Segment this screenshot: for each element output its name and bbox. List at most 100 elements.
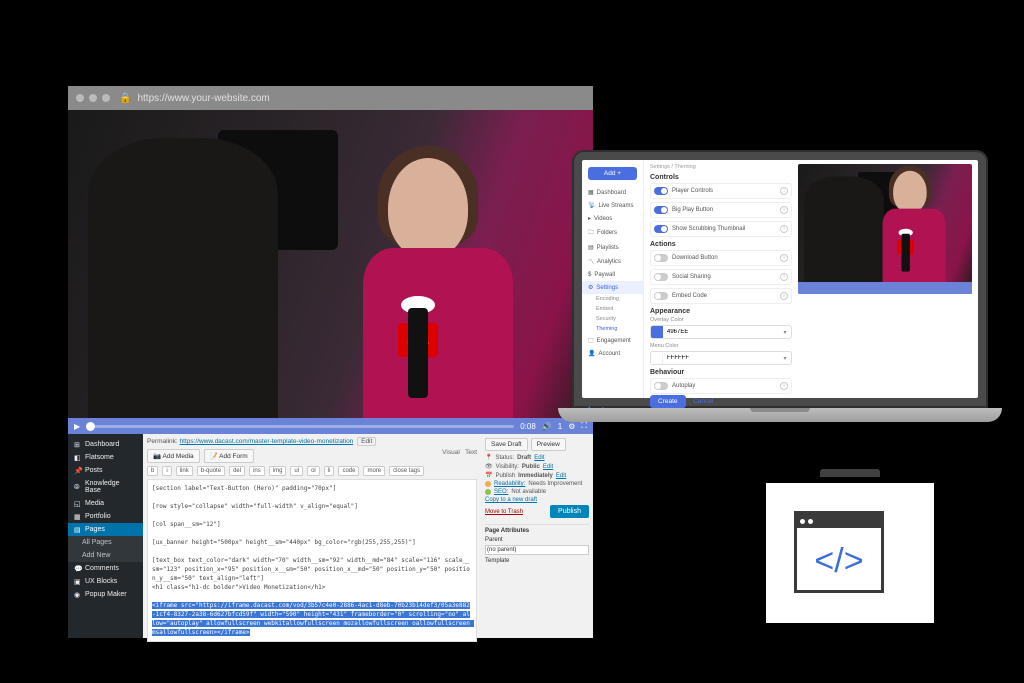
wp-nav-all-pages[interactable]: All Pages xyxy=(68,536,143,549)
create-button[interactable]: Create xyxy=(650,395,686,408)
preview-button[interactable]: Preview xyxy=(531,438,566,451)
wp-admin-sidebar: ⊞Dashboard ◧Flatsome 📌Posts ⦾Knowledge B… xyxy=(68,434,143,638)
publish-button[interactable]: Publish xyxy=(550,505,589,518)
qt-b[interactable]: b xyxy=(147,466,158,476)
seo-link[interactable]: SEO: xyxy=(494,489,508,495)
qt-more[interactable]: more xyxy=(363,466,385,476)
parent-select[interactable]: (no parent) xyxy=(485,545,589,555)
save-draft-button[interactable]: Save Draft xyxy=(485,438,528,451)
tab-text[interactable]: Text xyxy=(465,449,477,456)
row-autoplay[interactable]: Autoplayi xyxy=(650,378,792,394)
browser-chrome: 🔒 https://www.your-website.com xyxy=(68,86,593,110)
row-scrubbing[interactable]: Show Scrubbing Thumbnaili xyxy=(650,221,792,237)
nav-videos[interactable]: ▸Videos xyxy=(582,212,643,225)
wp-nav-add-new[interactable]: Add New xyxy=(68,549,143,562)
permalink-edit-button[interactable]: Edit xyxy=(357,437,376,446)
wp-nav-media[interactable]: ◱Media xyxy=(68,497,143,510)
toggle-big-play xyxy=(654,206,668,214)
nav-security[interactable]: Security xyxy=(582,314,643,324)
add-button[interactable]: Add + xyxy=(588,167,637,180)
row-social[interactable]: Social Sharingi xyxy=(650,269,792,285)
dacast-dashboard: Add + ▦Dashboard 📡Live Streams ▸Videos 🗀… xyxy=(582,160,978,398)
address-bar[interactable]: https://www.your-website.com xyxy=(137,93,269,104)
nav-folders[interactable]: 🗀Folders xyxy=(582,225,643,241)
add-media-button[interactable]: 📷 Add Media xyxy=(147,449,200,463)
info-icon: i xyxy=(780,382,788,390)
volume-icon[interactable]: 🔊 xyxy=(542,422,552,431)
nav-analytics[interactable]: 〽Analytics xyxy=(582,254,643,269)
seek-bar[interactable] xyxy=(86,425,514,428)
nav-dashboard[interactable]: ▦Dashboard xyxy=(582,186,643,199)
qt-ins[interactable]: ins xyxy=(249,466,265,476)
nav-settings[interactable]: ⚙Settings xyxy=(582,281,643,294)
edit-visibility-link[interactable]: Edit xyxy=(543,464,553,470)
controls-heading: Controls xyxy=(650,174,792,181)
gear-icon: ⚙ xyxy=(588,284,593,291)
grid-icon: ▦ xyxy=(588,189,594,196)
nav-engagement[interactable]: ⬚Engagement xyxy=(582,334,643,347)
wp-nav-flatsome[interactable]: ◧Flatsome xyxy=(68,451,143,464)
chevron-down-icon: ▾ xyxy=(779,355,791,362)
folder-icon: 🗀 xyxy=(588,228,594,238)
wp-nav-comments[interactable]: 💬Comments xyxy=(68,562,143,575)
qt-li[interactable]: li xyxy=(324,466,335,476)
wp-nav-dashboard[interactable]: ⊞Dashboard xyxy=(68,438,143,451)
menu-color-input[interactable]: ▾ xyxy=(650,351,792,365)
player-preview: skyNEWS xyxy=(798,164,978,394)
bolt-icon: ⬚ xyxy=(588,337,594,344)
overlay-color-input[interactable]: ▾ xyxy=(650,325,792,339)
nav-encoding[interactable]: Encoding xyxy=(582,294,643,304)
qt-link[interactable]: link xyxy=(176,466,193,476)
wp-editor-main: Permalink: https://www.dacast.com/master… xyxy=(143,434,593,638)
nav-embed[interactable]: Embed xyxy=(582,304,643,314)
selected-embed-code: <iframe src="https://iframe.dacast.com/v… xyxy=(152,602,474,636)
info-icon: i xyxy=(780,292,788,300)
play-icon[interactable]: ▶ xyxy=(74,422,80,431)
wp-nav-ux-blocks[interactable]: ▣UX Blocks xyxy=(68,575,143,588)
cancel-button[interactable]: Cancel xyxy=(687,395,719,408)
wp-nav-pages[interactable]: ▤Pages xyxy=(68,523,143,536)
readability-link[interactable]: Readability: xyxy=(494,481,525,487)
broadcast-icon: 📡 xyxy=(588,202,595,209)
code-glyph-icon: </> xyxy=(797,532,881,590)
permalink-link[interactable]: https://www.dacast.com/master-template-v… xyxy=(180,438,354,445)
nav-live-streams[interactable]: 📡Live Streams xyxy=(582,199,643,212)
wp-nav-popup-maker[interactable]: ◉Popup Maker xyxy=(68,588,143,601)
toggle-autoplay xyxy=(654,382,668,390)
tab-visual[interactable]: Visual xyxy=(442,449,460,456)
add-form-button[interactable]: 📝 Add Form xyxy=(204,449,254,463)
move-trash-link[interactable]: Move to Trash xyxy=(485,509,523,515)
row-big-play[interactable]: Big Play Buttoni xyxy=(650,202,792,218)
qt-code[interactable]: code xyxy=(338,466,359,476)
nav-paywall[interactable]: $Paywall xyxy=(582,269,643,281)
copy-draft-link[interactable]: Copy to a new draft xyxy=(485,497,537,503)
time-display: 0:08 xyxy=(520,422,536,431)
qt-del[interactable]: del xyxy=(229,466,245,476)
qt-close-tags[interactable]: close tags xyxy=(389,466,424,476)
row-embed[interactable]: Embed Codei xyxy=(650,288,792,304)
wp-nav-posts[interactable]: 📌Posts xyxy=(68,464,143,477)
video-player-controls[interactable]: ▶ 0:08 🔊 1 ⚙ ⛶ xyxy=(68,418,593,434)
code-editor[interactable]: [section label="Text-Button (Hero)" padd… xyxy=(147,479,477,642)
edit-publish-link[interactable]: Edit xyxy=(556,473,566,479)
toggle-player-controls xyxy=(654,187,668,195)
nav-theming[interactable]: Theming xyxy=(582,324,643,334)
preview-video[interactable]: skyNEWS xyxy=(798,164,972,294)
edit-status-link[interactable]: Edit xyxy=(534,455,544,461)
qt-i[interactable]: i xyxy=(162,466,171,476)
qt-bquote[interactable]: b-quote xyxy=(197,466,225,476)
row-player-controls[interactable]: Player Controlsi xyxy=(650,183,792,199)
video-scene-cameraman xyxy=(88,138,278,418)
qt-ol[interactable]: ol xyxy=(307,466,320,476)
qt-ul[interactable]: ul xyxy=(290,466,303,476)
embedded-video[interactable]: skyNEWS xyxy=(68,110,593,418)
wp-nav-portfolio[interactable]: ▦Portfolio xyxy=(68,510,143,523)
nav-account[interactable]: 👤Account xyxy=(582,347,643,360)
row-download[interactable]: Download Buttoni xyxy=(650,250,792,266)
qt-img[interactable]: img xyxy=(269,466,287,476)
preview-player-bar[interactable] xyxy=(798,282,972,294)
dacast-sidebar: Add + ▦Dashboard 📡Live Streams ▸Videos 🗀… xyxy=(582,160,644,398)
wp-nav-knowledge-base[interactable]: ⦾Knowledge Base xyxy=(68,477,143,497)
theme-icon: ◧ xyxy=(74,454,81,461)
nav-playlists[interactable]: ▤Playlists xyxy=(582,241,643,254)
